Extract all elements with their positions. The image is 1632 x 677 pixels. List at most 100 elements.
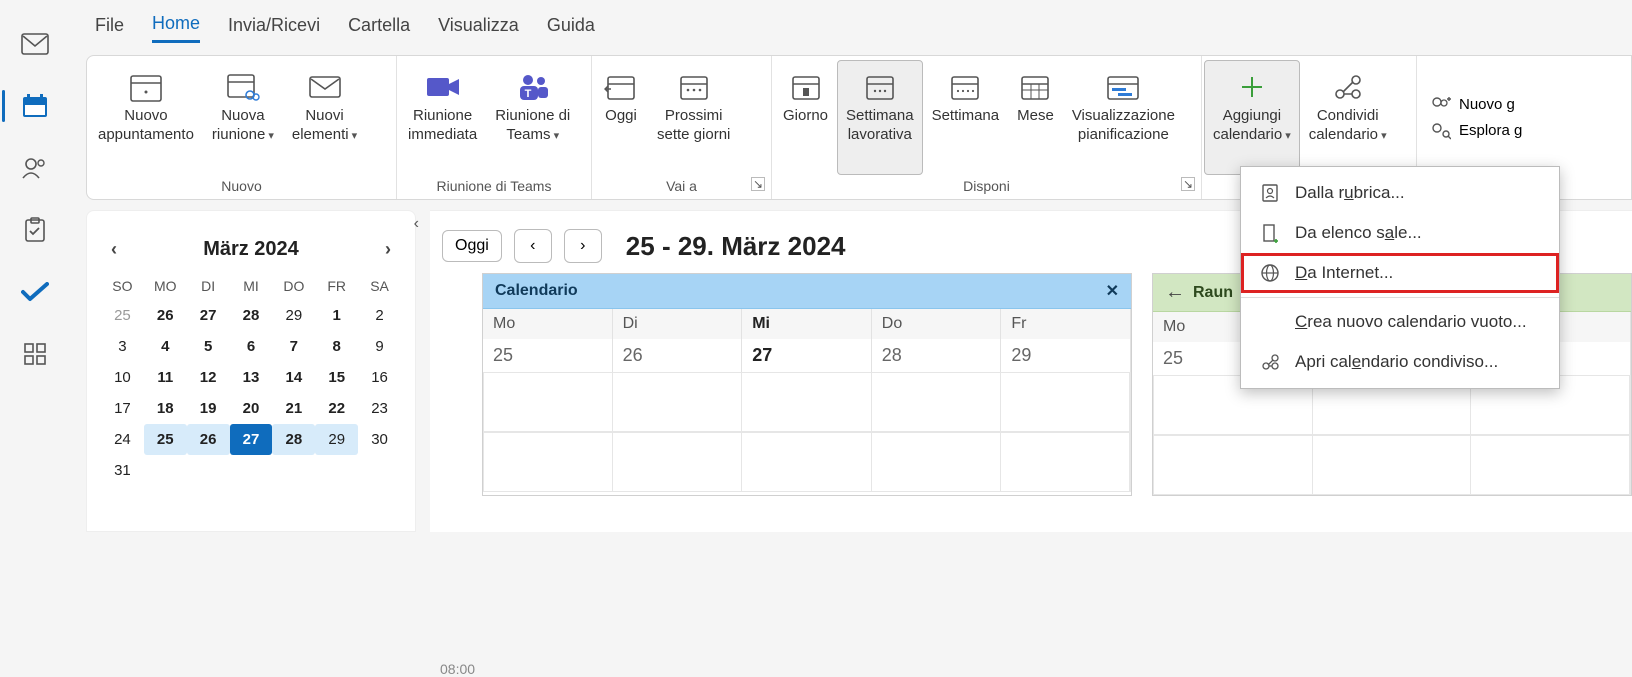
- mini-day[interactable]: 27: [187, 300, 230, 331]
- overlay-back-button[interactable]: ←: [1165, 281, 1185, 304]
- people-search-icon: [1429, 122, 1451, 140]
- new-meeting-button[interactable]: Nuova riunione: [203, 60, 283, 175]
- calendar-month-icon: [1018, 67, 1052, 107]
- mini-day[interactable]: 23: [358, 393, 401, 424]
- mini-day[interactable]: 11: [144, 362, 187, 393]
- time-label: 08:00: [440, 661, 475, 677]
- mini-day[interactable]: 3: [101, 331, 144, 362]
- mini-day[interactable]: 18: [144, 393, 187, 424]
- prev-week-button[interactable]: ‹: [514, 229, 552, 263]
- mini-day[interactable]: 28: [272, 424, 315, 455]
- mini-day[interactable]: 6: [230, 331, 273, 362]
- tab-view[interactable]: Visualizza: [438, 9, 519, 42]
- tab-file[interactable]: File: [95, 9, 124, 42]
- mini-day[interactable]: 4: [144, 331, 187, 362]
- prev-month-button[interactable]: ‹: [107, 235, 121, 264]
- mini-dow: DO: [272, 272, 315, 300]
- mini-day[interactable]: 14: [272, 362, 315, 393]
- calendar-workweek-icon: [863, 67, 897, 107]
- menu-from-room-list[interactable]: Da elenco sale...: [1241, 213, 1559, 253]
- menu-from-internet[interactable]: Da Internet...: [1241, 253, 1559, 293]
- mini-day[interactable]: 21: [272, 393, 315, 424]
- apps-rail-icon[interactable]: [16, 338, 54, 370]
- new-appointment-button[interactable]: Nuovo appuntamento: [89, 60, 203, 175]
- calendar-week-icon: [676, 67, 712, 107]
- date-range-title: 25 - 29. März 2024: [626, 231, 846, 262]
- week-view-button[interactable]: Settimana: [923, 60, 1009, 175]
- mini-day[interactable]: 12: [187, 362, 230, 393]
- day-view-button[interactable]: Giorno: [774, 60, 837, 175]
- mini-day[interactable]: 22: [315, 393, 358, 424]
- tasks-rail-icon[interactable]: [16, 214, 54, 246]
- mini-dow: SA: [358, 272, 401, 300]
- mini-day[interactable]: 25: [101, 300, 144, 331]
- mini-day[interactable]: 16: [358, 362, 401, 393]
- mini-day[interactable]: 29: [315, 424, 358, 455]
- today-button[interactable]: Oggi: [594, 60, 648, 175]
- mini-day[interactable]: 13: [230, 362, 273, 393]
- mini-day[interactable]: 26: [144, 300, 187, 331]
- mini-day[interactable]: 29: [272, 300, 315, 331]
- tab-help[interactable]: Guida: [547, 9, 595, 42]
- globe-icon: [1259, 263, 1281, 283]
- dialog-launcher-icon[interactable]: ↘: [1181, 177, 1195, 191]
- meet-now-button[interactable]: Riunione immediata: [399, 60, 486, 175]
- calendar-panel-1: Calendario ✕ Mo Di Mi Do Fr 25 26 27 28 …: [482, 273, 1132, 496]
- calendar-rail-icon[interactable]: [16, 90, 54, 122]
- video-icon: [423, 67, 463, 107]
- mini-day[interactable]: 25: [144, 424, 187, 455]
- menu-create-blank-calendar[interactable]: Crea nuovo calendario vuoto...: [1241, 302, 1559, 342]
- group-label-vai: Vai a↘: [592, 175, 771, 199]
- mini-day[interactable]: 28: [230, 300, 273, 331]
- mini-day[interactable]: 9: [358, 331, 401, 362]
- mini-day[interactable]: 1: [315, 300, 358, 331]
- people-plus-icon: [1429, 96, 1451, 114]
- time-slot[interactable]: [1153, 435, 1631, 495]
- todo-rail-icon[interactable]: [16, 276, 54, 308]
- mini-day[interactable]: 31: [101, 455, 144, 486]
- calendar-day-icon: [789, 67, 823, 107]
- mini-day[interactable]: 27: [230, 424, 273, 455]
- schedule-view-button[interactable]: Visualizzazione pianificazione: [1063, 60, 1184, 175]
- new-items-button[interactable]: Nuovi elementi: [283, 60, 366, 175]
- teams-meeting-button[interactable]: T Riunione di Teams: [486, 60, 579, 175]
- mini-day[interactable]: 19: [187, 393, 230, 424]
- next-7-days-button[interactable]: Prossimi sette giorni: [648, 60, 739, 175]
- mini-day[interactable]: 2: [358, 300, 401, 331]
- browse-groups-button[interactable]: Esplora g: [1429, 122, 1629, 140]
- menu-from-address-book[interactable]: Dalla rubrica...: [1241, 173, 1559, 213]
- mini-day[interactable]: 7: [272, 331, 315, 362]
- mini-day[interactable]: 17: [101, 393, 144, 424]
- work-week-view-button[interactable]: Settimana lavorativa: [837, 60, 923, 175]
- mini-day[interactable]: 8: [315, 331, 358, 362]
- dialog-launcher-icon[interactable]: ↘: [751, 177, 765, 191]
- share-calendar-button[interactable]: Condividi calendario: [1300, 60, 1396, 175]
- mini-day[interactable]: 5: [187, 331, 230, 362]
- mini-day[interactable]: 26: [187, 424, 230, 455]
- time-slot[interactable]: [483, 372, 1131, 432]
- people-rail-icon[interactable]: [16, 152, 54, 184]
- collapse-pane-icon[interactable]: ‹: [414, 215, 419, 233]
- calendar-1-name: Calendario: [495, 282, 578, 300]
- month-view-button[interactable]: Mese: [1008, 60, 1063, 175]
- mini-day[interactable]: 24: [101, 424, 144, 455]
- next-month-button[interactable]: ›: [381, 235, 395, 264]
- add-calendar-menu: Dalla rubrica... Da elenco sale... Da In…: [1240, 166, 1560, 389]
- tab-home[interactable]: Home: [152, 7, 200, 43]
- calendar-2-name: Raun: [1193, 284, 1233, 302]
- time-slot[interactable]: [483, 432, 1131, 492]
- mini-day[interactable]: 20: [230, 393, 273, 424]
- tab-folder[interactable]: Cartella: [348, 9, 410, 42]
- tab-send-receive[interactable]: Invia/Ricevi: [228, 9, 320, 42]
- next-week-button[interactable]: ›: [564, 229, 602, 263]
- close-calendar-1-button[interactable]: ✕: [1106, 281, 1119, 301]
- add-calendar-button[interactable]: Aggiungi calendario: [1204, 60, 1300, 175]
- mail-rail-icon[interactable]: [16, 28, 54, 60]
- mini-day[interactable]: 30: [358, 424, 401, 455]
- mini-day[interactable]: 10: [101, 362, 144, 393]
- go-today-button[interactable]: Oggi: [442, 230, 502, 262]
- new-group-button[interactable]: Nuovo g: [1429, 96, 1629, 114]
- menu-open-shared-calendar[interactable]: Apri calendario condiviso...: [1241, 342, 1559, 382]
- mini-day[interactable]: 15: [315, 362, 358, 393]
- calendar-today-icon: [603, 67, 639, 107]
